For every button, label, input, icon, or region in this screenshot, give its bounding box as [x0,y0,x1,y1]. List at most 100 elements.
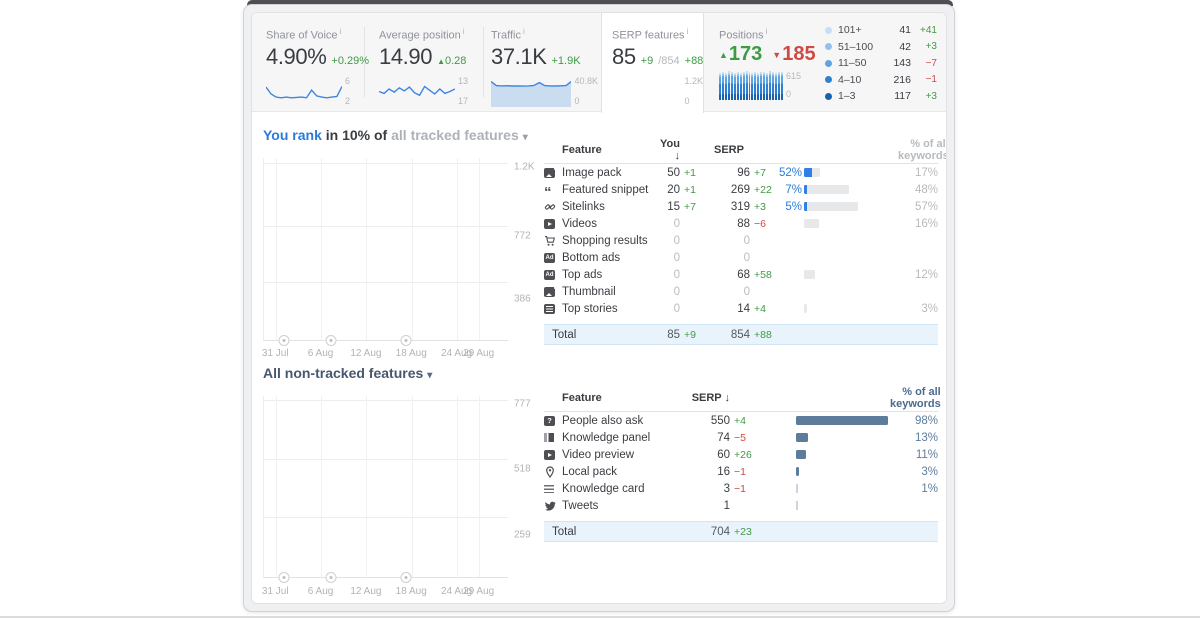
chart-plot[interactable] [263,396,508,583]
info-icon[interactable]: i [340,27,342,36]
tracked-features-dropdown[interactable]: all tracked features [391,127,519,143]
table-row[interactable]: ? People also ask 550 +4 98% [544,412,938,429]
knowledge-panel-icon [544,432,557,444]
table-row[interactable]: Videos 0 88 −6 16% [544,215,938,232]
table-row[interactable]: Shopping results 0 0 [544,232,938,249]
serp-delta: −1 [734,465,746,478]
serp-features-total-delta: +88 [684,54,704,67]
serp-delta: −5 [734,431,746,444]
people-also-ask-icon: ? [544,415,557,427]
feature-name: Local pack [562,465,617,478]
positions-legend-row[interactable]: 1–3 117 +3 [825,90,937,102]
you-count: 0 [673,302,680,315]
col-pct-keywords[interactable]: % of all keywords [898,138,946,162]
col-you-sorted[interactable]: You ↓ [654,138,680,162]
y-axis-tick: 259 [514,529,531,541]
chart-plot[interactable] [263,158,508,346]
table-row[interactable]: Video preview 60 +26 11% [544,446,938,463]
x-axis-tick: 6 Aug [307,586,334,597]
table-row[interactable]: Ad Top ads 0 68 +58 12% [544,266,938,283]
x-axis-tick: 12 Aug [350,586,382,597]
traffic-card[interactable]: Traffic i 37.1K +1.9K 40.8K 0 [485,13,598,111]
chevron-down-icon: ▾ [522,132,528,143]
col-feature[interactable]: Feature [562,144,654,156]
axis-annotation-marker[interactable] [325,335,337,346]
positions-legend-row[interactable]: 11–50 143 −7 [825,57,937,69]
table-row[interactable]: “ Featured snippet 20 +1 269 +22 7% 48% [544,181,938,200]
table-row[interactable]: Ad Bottom ads 0 0 [544,249,938,266]
spark-axis-labels: 13 17 [458,75,469,106]
table-row[interactable]: Top stories 0 14 +4 3% [544,300,938,317]
feature-name: Bottom ads [562,251,621,264]
legend-dot-icon [825,26,832,34]
total-serp-delta: +88 [754,328,772,341]
table-row[interactable]: Tweets 1 [544,497,938,514]
tracked-features-heading[interactable]: You rank in 10% of all tracked features ▾ [263,127,528,143]
serp-count: 0 [743,285,750,298]
col-pct-keywords[interactable]: % of all keywords [890,386,941,410]
info-icon[interactable]: i [523,27,525,36]
table-header: Feature SERP ↓ % of all keywords [544,385,941,412]
share-of-voice-card[interactable]: Share of Voice i 4.90% +0.29% 62 [260,13,369,111]
spark-axis-labels: 615 0 [786,70,802,99]
serp-delta: −1 [734,482,746,495]
serp-count: 3 [723,482,730,495]
pct-of-keywords: 57% [914,200,938,213]
keyword-share-bar [804,287,898,296]
you-serp-ratio: 5% [785,200,802,213]
tracked-features-chart[interactable]: 1.2K 772 386 31 Jul 6 Aug 12 Aug 18 Aug 24 Aug 2… [262,158,543,360]
table-row[interactable]: Knowledge panel 74 −5 13% [544,429,938,446]
video-preview-icon [544,449,557,461]
table-total-row: Total 85 +9 854 +88 [544,324,938,345]
serp-count: 14 [737,302,750,315]
total-serp: 704 [710,525,730,538]
non-tracked-features-heading[interactable]: All non-tracked features ▾ [263,365,432,381]
legend-value: 216 [893,73,911,86]
videos-icon [544,218,557,230]
traffic-delta: +1.9K [551,54,581,67]
card-title: SERP features i [612,27,689,42]
info-icon[interactable]: i [463,27,465,36]
pct-of-keywords: 3% [921,302,938,315]
info-icon[interactable]: i [687,27,689,36]
total-you: 85 [667,328,680,341]
axis-annotation-marker[interactable] [400,572,412,583]
col-feature[interactable]: Feature [562,392,682,404]
serp-features-delta: +9 [640,54,654,67]
axis-annotation-marker[interactable] [278,572,290,583]
legend-value: 143 [893,57,911,69]
feature-name: Shopping results [562,234,648,247]
col-serp[interactable]: SERP [704,144,750,156]
positions-improved: ▲173 [719,42,763,65]
col-serp-sorted[interactable]: SERP ↓ [682,392,730,404]
local-pack-icon [544,465,557,478]
positions-card[interactable]: Positions i ▲173 ▼185 615 0 101+ 41 +41 51–10… [713,13,941,111]
table-row[interactable]: Sitelinks 15 +7 319 +3 5% 57% [544,198,938,215]
app-window: Share of Voice i 4.90% +0.29% 62 Average … [243,4,955,612]
keyword-share-bar [804,304,898,313]
table-row[interactable]: Image pack 50 +1 96 +7 52% 17% [544,164,938,181]
positions-legend-row[interactable]: 51–100 42 +3 [825,41,937,53]
positions-legend-row[interactable]: 4–10 216 −1 [825,74,937,86]
average-position-card[interactable]: Average position i 14.90 ▲0.28 13 17 [373,13,482,111]
serp-features-card-selected[interactable]: SERP features i 85 +9 /854 +88 1.2K 0 [601,13,704,113]
info-icon[interactable]: i [766,27,768,36]
non-tracked-features-chart[interactable]: 777 518 259 31 Jul 6 Aug 12 Aug 18 Aug 24 Aug 29… [262,396,543,598]
tracked-features-table: Feature You ↓ SERP % of all keywords Ima… [544,137,946,345]
legend-value: 42 [899,40,911,53]
feature-name: Top stories [562,302,618,315]
table-row[interactable]: Thumbnail 0 0 [544,283,938,300]
image-pack-icon [544,167,557,179]
spark-axis-labels: 1.2K 0 [684,75,703,106]
average-position-value: 14.90 [379,43,433,69]
legend-range-label: 101+ [838,24,862,36]
serp-count: 68 [737,268,750,281]
table-row[interactable]: Knowledge card 3 −1 1% [544,480,938,497]
positions-legend-row[interactable]: 101+ 41 +41 [825,24,937,36]
total-you-delta: +9 [684,328,696,341]
table-row[interactable]: Local pack 16 −1 3% [544,463,938,480]
axis-annotation-marker[interactable] [278,335,290,346]
axis-annotation-marker[interactable] [325,572,337,583]
axis-annotation-marker[interactable] [400,335,412,346]
serp-delta: +58 [754,268,772,281]
